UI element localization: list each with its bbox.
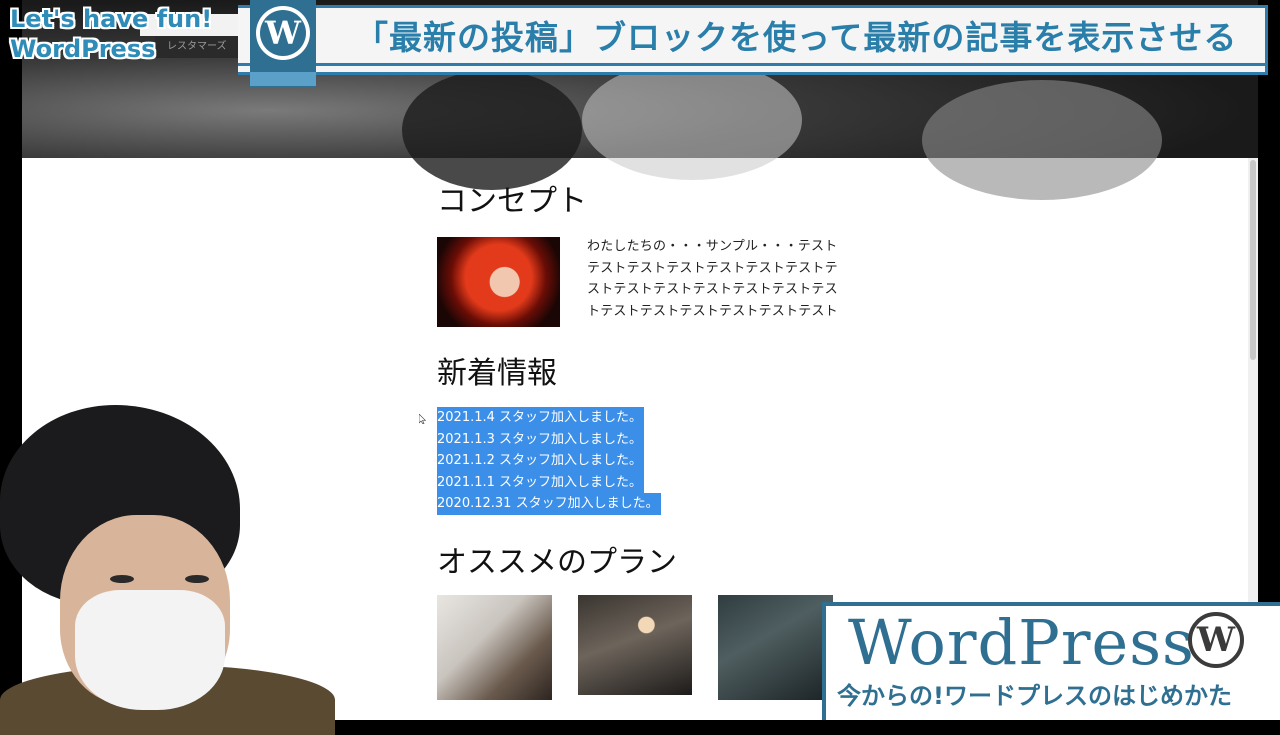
channel-brand: Let's have fun! WordPress	[10, 4, 212, 64]
latest-post-item[interactable]: 2021.1.3 スタッフ加入しました。	[437, 428, 645, 451]
concept-heading: コンセプト	[437, 184, 587, 219]
wordpress-wordmark: WordPress	[848, 606, 1195, 679]
plan-image-1[interactable]	[437, 595, 552, 700]
latest-post-item[interactable]: 2021.1.4 スタッフ加入しました。	[437, 407, 645, 429]
wordpress-logo-icon: W	[1188, 612, 1244, 668]
series-tagline: 今からの!ワードプレスのはじめかた	[837, 682, 1232, 710]
plan-image-3[interactable]	[718, 595, 833, 700]
concept-image	[437, 237, 560, 327]
brand-line-2: WordPress	[10, 35, 156, 63]
presenter-video	[0, 405, 335, 735]
wordpress-icon: W	[260, 10, 306, 56]
latest-post-item[interactable]: 2020.12.31 スタッフ加入しました。	[437, 493, 661, 515]
scrollbar-thumb[interactable]	[1250, 160, 1256, 360]
concept-body: わたしたちの・・・サンプル・・・テストテストテストテストテストテストテストテスト…	[587, 239, 838, 319]
latest-posts-list: 2021.1.4 スタッフ加入しました。 2021.1.3 スタッフ加入しました…	[437, 407, 661, 515]
news-heading: 新着情報	[437, 356, 557, 391]
latest-post-item[interactable]: 2021.1.1 スタッフ加入しました。	[437, 471, 645, 494]
brand-line-1: Let's have fun!	[10, 5, 213, 33]
episode-title: 「最新の投稿」ブロックを使って最新の記事を表示させる	[355, 18, 1238, 57]
plan-image-2[interactable]	[578, 595, 692, 695]
latest-post-item[interactable]: 2021.1.2 スタッフ加入しました。	[437, 450, 645, 472]
mouse-cursor-icon	[419, 414, 426, 424]
plan-heading: オススメのプラン	[437, 545, 677, 580]
wordpress-badge: W	[250, 0, 316, 88]
